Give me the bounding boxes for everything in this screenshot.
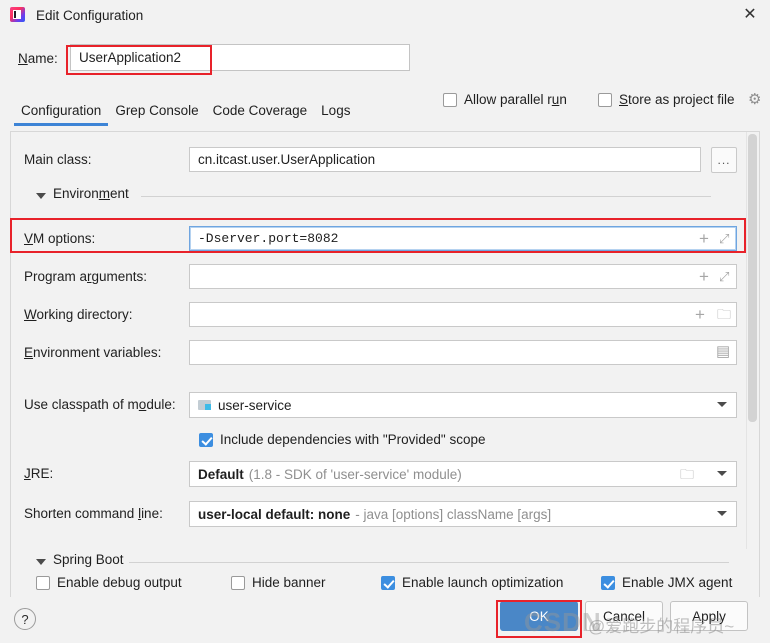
jre-label: JRE:	[24, 466, 54, 481]
name-row: Name: Allow parallel run Store as projec…	[0, 40, 770, 107]
help-button[interactable]: ?	[14, 608, 36, 630]
spring-boot-section-header: Spring Boot	[11, 551, 759, 573]
dialog-footer: ? OK Cancel Apply	[0, 597, 770, 643]
folder-icon[interactable]: 🗀	[717, 307, 731, 321]
working-directory-row: Working directory: + 🗀	[11, 301, 759, 329]
jre-combo[interactable]: Default (1.8 - SDK of 'user-service' mod…	[189, 461, 737, 487]
tab-code-coverage[interactable]: Code Coverage	[206, 100, 315, 126]
configuration-panel: Main class: cn.itcast.user.UserApplicati…	[10, 131, 760, 586]
include-provided-scope-row[interactable]: Include dependencies with "Provided" sco…	[199, 432, 486, 447]
environment-section-label: Environment	[53, 186, 129, 201]
hide-banner-row[interactable]: Hide banner	[231, 575, 326, 590]
use-classpath-of-module-row: Use classpath of module: user-service	[11, 391, 759, 419]
jre-hint: (1.8 - SDK of 'user-service' module)	[248, 466, 462, 482]
vm-options-input[interactable]: -Dserver.port=8082	[189, 226, 737, 251]
environment-variables-editor-icon[interactable]: ▤	[716, 344, 730, 359]
working-directory-label: Working directory:	[24, 307, 133, 322]
chevron-down-icon[interactable]	[717, 471, 727, 476]
program-arguments-expand-icon[interactable]: ⤢	[719, 270, 729, 283]
shorten-command-line-label: Shorten command line:	[24, 506, 163, 521]
jre-value: Default	[198, 466, 244, 482]
program-arguments-row: Program arguments: + ⤢	[11, 263, 759, 291]
intellij-idea-icon	[10, 7, 26, 23]
cancel-button[interactable]: Cancel	[585, 601, 663, 631]
shorten-command-line-value: user-local default: none	[198, 506, 351, 522]
environment-variables-input[interactable]	[189, 340, 737, 365]
shorten-command-line-hint: - java [options] className [args]	[355, 506, 552, 522]
program-arguments-label: Program arguments:	[24, 269, 148, 284]
spring-boot-section: Spring Boot Enable debug output Hide ban…	[10, 549, 760, 597]
ok-button[interactable]: OK	[500, 601, 578, 631]
tab-logs[interactable]: Logs	[314, 100, 357, 126]
tab-configuration[interactable]: Configuration	[14, 100, 109, 126]
use-classpath-of-module-combo[interactable]: user-service	[189, 392, 737, 418]
enable-debug-output-label: Enable debug output	[57, 575, 182, 590]
vm-options-label: VM options:	[24, 231, 96, 246]
vm-options-add-icon[interactable]: +	[699, 230, 709, 247]
close-icon[interactable]: ✕	[738, 4, 762, 26]
environment-section-header: Environment	[11, 185, 759, 207]
main-class-browse-button[interactable]: ...	[711, 147, 737, 173]
window-title: Edit Configuration	[36, 7, 144, 23]
name-label: Name:	[18, 51, 58, 66]
name-input[interactable]	[70, 44, 410, 71]
program-arguments-input[interactable]	[189, 264, 737, 289]
working-directory-add-icon[interactable]: +	[695, 306, 705, 323]
spring-boot-section-label: Spring Boot	[53, 552, 124, 567]
main-class-input[interactable]: cn.itcast.user.UserApplication	[189, 147, 701, 172]
chevron-down-icon[interactable]	[717, 511, 727, 516]
use-classpath-of-module-label: Use classpath of module:	[24, 397, 176, 412]
chevron-down-icon[interactable]	[36, 559, 46, 565]
enable-launch-optimization-checkbox[interactable]	[381, 575, 395, 590]
main-class-label: Main class:	[24, 152, 92, 167]
apply-button[interactable]: Apply	[670, 601, 748, 631]
tab-grep-console[interactable]: Grep Console	[108, 100, 205, 126]
panel-scrollbar-thumb[interactable]	[748, 134, 757, 422]
enable-jmx-agent-checkbox[interactable]	[601, 575, 615, 590]
chevron-down-icon[interactable]	[36, 193, 46, 199]
main-class-row: Main class: cn.itcast.user.UserApplicati…	[11, 146, 759, 174]
enable-launch-optimization-row[interactable]: Enable launch optimization	[381, 575, 563, 590]
chevron-down-icon[interactable]	[717, 402, 727, 407]
jre-browse-folder-icon[interactable]: 🗀	[680, 467, 694, 481]
tab-bar: Configuration Grep Console Code Coverage…	[0, 100, 770, 130]
environment-variables-label: Environment variables:	[24, 345, 162, 360]
vm-options-row: VM options: -Dserver.port=8082 + ⤢	[11, 225, 759, 253]
vm-options-expand-icon[interactable]: ⤢	[719, 232, 729, 245]
panel-scrollbar[interactable]	[746, 132, 759, 585]
enable-debug-output-checkbox[interactable]	[36, 575, 50, 590]
module-folder-icon	[198, 398, 213, 411]
enable-launch-optimization-label: Enable launch optimization	[402, 575, 564, 590]
hide-banner-checkbox[interactable]	[231, 575, 245, 590]
enable-jmx-agent-row[interactable]: Enable JMX agent	[601, 575, 732, 590]
use-classpath-of-module-value: user-service	[218, 397, 292, 413]
jre-row: JRE: Default (1.8 - SDK of 'user-service…	[11, 460, 759, 488]
window-title-bar: Edit Configuration ✕	[0, 0, 770, 30]
enable-debug-output-row[interactable]: Enable debug output	[36, 575, 182, 590]
section-divider	[129, 562, 729, 563]
environment-variables-row: Environment variables: ▤	[11, 339, 759, 367]
include-provided-scope-label: Include dependencies with "Provided" sco…	[220, 432, 486, 447]
enable-jmx-agent-label: Enable JMX agent	[622, 575, 733, 590]
program-arguments-add-icon[interactable]: +	[699, 268, 709, 285]
shorten-command-line-combo[interactable]: user-local default: none - java [options…	[189, 501, 737, 527]
shorten-command-line-row: Shorten command line: user-local default…	[11, 500, 759, 528]
working-directory-input[interactable]	[189, 302, 737, 327]
hide-banner-label: Hide banner	[252, 575, 326, 590]
section-divider	[141, 196, 711, 197]
include-provided-scope-checkbox[interactable]	[199, 432, 213, 447]
